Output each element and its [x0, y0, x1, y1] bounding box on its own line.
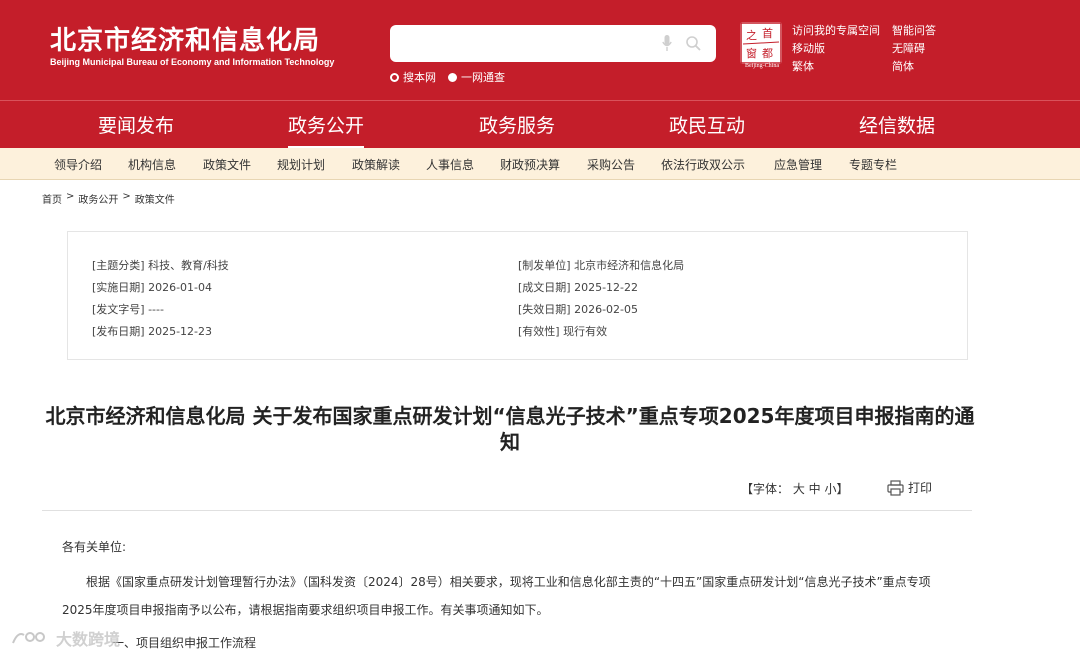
link-accessibility[interactable]: 无障碍	[892, 41, 952, 56]
radio-selected-icon	[448, 72, 457, 82]
font-size-selector[interactable]: 【字体： 大 中 小】	[741, 480, 848, 497]
sub-nav-procurement[interactable]: 采购公告	[587, 156, 635, 173]
watermark-text: 大数跨境	[56, 630, 121, 649]
meta-expire-date: [失效日期] 2026-02-05	[518, 303, 639, 316]
meta-issuer: [制发单位] 北京市经济和信息化局	[518, 259, 685, 272]
breadcrumb-separator: >	[66, 191, 75, 202]
microphone-icon[interactable]	[662, 35, 672, 52]
link-smart-qa[interactable]: 智能问答	[892, 23, 952, 38]
main-nav-news[interactable]: 要闻发布	[98, 111, 174, 149]
article-section-heading: 一、项目组织申报工作流程	[112, 636, 257, 650]
sub-nav-emergency[interactable]: 应急管理	[774, 156, 822, 173]
link-simplified[interactable]: 简体	[892, 59, 952, 74]
printer-icon	[887, 479, 904, 496]
document-metadata: [主题分类] 科技、教育/科技 [实施日期] 2026-01-04 [发文字号]…	[67, 231, 968, 360]
watermark-logo-icon	[12, 632, 45, 644]
link-personal-space[interactable]: 访问我的专属空间	[792, 23, 892, 38]
main-nav-services[interactable]: 政务服务	[479, 111, 555, 149]
main-nav-data[interactable]: 经信数据	[859, 111, 935, 149]
breadcrumb-separator: >	[122, 191, 131, 202]
print-button[interactable]: 打印	[887, 479, 932, 496]
sub-nav-interpretation[interactable]: 政策解读	[352, 156, 400, 173]
sub-nav-personnel[interactable]: 人事信息	[426, 156, 474, 173]
meta-validity: [有效性] 现行有效	[518, 325, 608, 338]
sub-nav-leaders[interactable]: 领导介绍	[54, 156, 102, 173]
breadcrumb-policy-docs[interactable]: 政策文件	[135, 191, 175, 206]
search-scope-site-label: 搜本网	[403, 71, 436, 84]
meta-publish-date: [发布日期] 2025-12-23	[92, 325, 213, 338]
capital-window-seal-icon: 之 首 窗 都	[740, 22, 782, 64]
main-nav-gov-affairs[interactable]: 政务公开	[288, 111, 365, 149]
meta-topic: [主题分类] 科技、教育/科技	[92, 259, 229, 272]
breadcrumb-home[interactable]: 首页	[42, 191, 62, 206]
seal-caption: Beijing-China	[745, 63, 779, 69]
print-label: 打印	[908, 481, 933, 495]
top-links: 访问我的专属空间 智能问答 移动版 无障碍 繁体 简体	[792, 23, 952, 74]
watermark: 大数跨境	[10, 626, 120, 650]
search-input[interactable]	[390, 25, 716, 62]
sub-nav-plans[interactable]: 规划计划	[277, 156, 325, 173]
search-scope-site[interactable]: 搜本网	[390, 69, 436, 85]
site-logo-title[interactable]: 北京市经济和信息化局	[50, 20, 320, 57]
article-greeting: 各有关单位:	[62, 540, 127, 554]
svg-text:首: 首	[762, 26, 773, 40]
search-scope-options: 搜本网 一网通查	[390, 69, 505, 85]
main-nav: 要闻发布 政务公开 政务服务 政民互动 经信数据	[0, 100, 1080, 149]
link-traditional[interactable]: 繁体	[792, 59, 892, 74]
site-logo-subtitle: Beijing Municipal Bureau of Economy and …	[50, 57, 335, 67]
article-title: 北京市经济和信息化局 关于发布国家重点研发计划“信息光子技术”重点专项2025年…	[45, 404, 975, 454]
radio-unselected-icon	[390, 72, 399, 82]
meta-written-date: [成文日期] 2025-12-22	[518, 281, 639, 294]
breadcrumb-gov-affairs[interactable]: 政务公开	[78, 191, 118, 206]
search-scope-all-label: 一网通查	[461, 71, 505, 84]
link-mobile[interactable]: 移动版	[792, 41, 892, 56]
search-scope-all[interactable]: 一网通查	[448, 69, 505, 85]
breadcrumb: 首页 > 政务公开 > 政策文件	[42, 191, 175, 206]
capital-window-logo[interactable]: 之 首 窗 都	[740, 22, 782, 64]
meta-implement-date: [实施日期] 2026-01-04	[92, 281, 213, 294]
article-paragraph: 根据《国家重点研发计划管理暂行办法》（国科发资〔2024〕28号）相关要求，现将…	[62, 575, 931, 617]
divider	[42, 510, 972, 511]
svg-text:之: 之	[746, 28, 757, 42]
search-icon[interactable]	[685, 35, 702, 52]
sub-nav-budget[interactable]: 财政预决算	[500, 156, 560, 173]
sub-nav-admin-disclosure[interactable]: 依法行政双公示	[661, 156, 745, 173]
site-header: 北京市经济和信息化局 Beijing Municipal Bureau of E…	[0, 0, 1080, 100]
main-nav-interaction[interactable]: 政民互动	[669, 111, 745, 149]
svg-text:都: 都	[762, 47, 773, 60]
sub-nav-organization[interactable]: 机构信息	[128, 156, 176, 173]
sub-nav: 领导介绍 机构信息 政策文件 规划计划 政策解读 人事信息 财政预决算 采购公告…	[0, 148, 1080, 180]
svg-text:窗: 窗	[746, 46, 757, 60]
sub-nav-policy-docs[interactable]: 政策文件	[203, 156, 251, 173]
meta-doc-number: [发文字号] ----	[92, 303, 164, 316]
sub-nav-special-topics[interactable]: 专题专栏	[849, 156, 897, 173]
